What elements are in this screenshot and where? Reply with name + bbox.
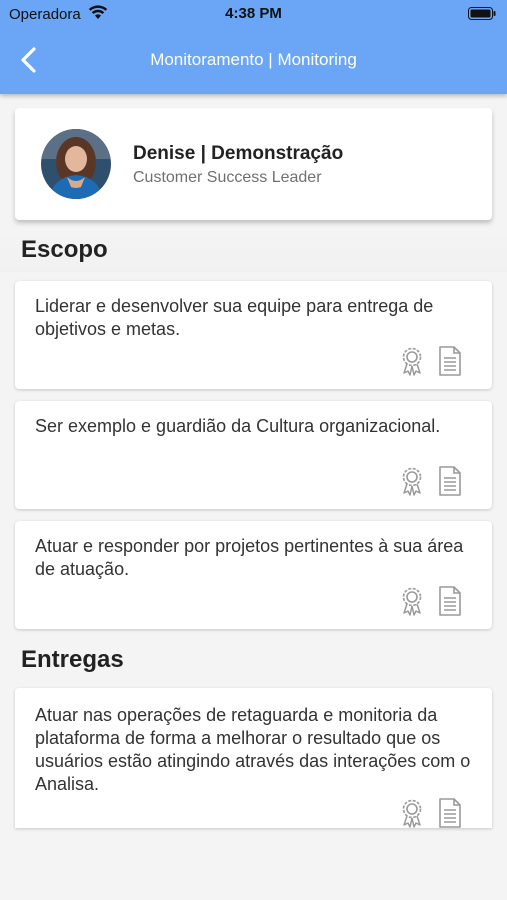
battery-icon xyxy=(468,7,496,20)
card-actions xyxy=(400,346,462,376)
delivery-text: Atuar nas operações de retaguarda e moni… xyxy=(35,705,471,794)
award-icon[interactable] xyxy=(400,586,424,616)
status-bar: Operadora 4:38 PM xyxy=(0,0,507,28)
avatar xyxy=(41,129,111,199)
card-actions xyxy=(400,586,462,616)
scope-text: Ser exemplo e guardião da Cultura organi… xyxy=(35,416,441,436)
document-icon[interactable] xyxy=(438,466,462,496)
scope-card[interactable]: Atuar e responder por projetos pertinent… xyxy=(15,521,492,629)
navigation-bar: Operadora 4:38 PM Monitoramento | Monito… xyxy=(0,0,507,94)
card-actions xyxy=(400,466,462,496)
section-title-deliveries: Entregas xyxy=(21,646,124,673)
award-icon[interactable] xyxy=(400,798,424,828)
clock: 4:38 PM xyxy=(225,5,282,22)
scope-card[interactable]: Liderar e desenvolver sua equipe para en… xyxy=(15,281,492,389)
scope-card[interactable]: Ser exemplo e guardião da Cultura organi… xyxy=(15,401,492,509)
scope-text: Liderar e desenvolver sua equipe para en… xyxy=(35,296,434,339)
award-icon[interactable] xyxy=(400,466,424,496)
delivery-card[interactable]: Atuar nas operações de retaguarda e moni… xyxy=(15,688,492,828)
section-title-scope: Escopo xyxy=(21,236,108,263)
document-icon[interactable] xyxy=(438,346,462,376)
document-icon[interactable] xyxy=(438,586,462,616)
card-actions xyxy=(400,798,462,828)
profile-card[interactable]: Denise | Demonstração Customer Success L… xyxy=(15,108,492,220)
document-icon[interactable] xyxy=(438,798,462,828)
profile-role: Customer Success Leader xyxy=(133,169,322,186)
scope-text: Atuar e responder por projetos pertinent… xyxy=(35,536,464,579)
profile-name: Denise | Demonstração xyxy=(133,143,344,164)
award-icon[interactable] xyxy=(400,346,424,376)
page-title: Monitoramento | Monitoring xyxy=(150,50,357,69)
